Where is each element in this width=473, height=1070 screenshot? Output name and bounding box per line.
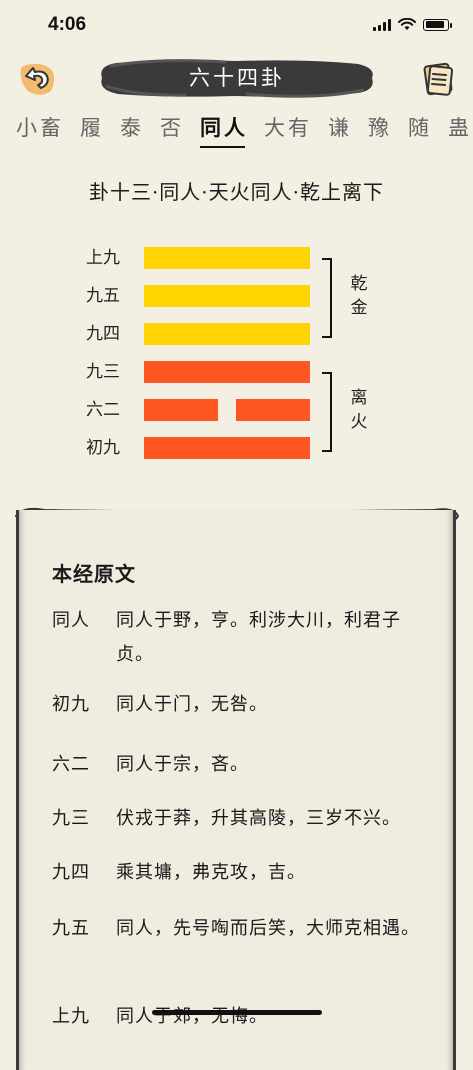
entry-key: 初九 [52, 694, 90, 715]
upper-trigram-bracket [322, 258, 332, 338]
yang-line-bar [144, 247, 310, 269]
scripture-entry: 九四 乘其墉，弗克攻，吉。 [52, 856, 432, 890]
status-bar: 4:06 [0, 0, 473, 54]
tab-8[interactable]: 随 [400, 112, 440, 144]
wifi-icon [398, 18, 416, 30]
hexagram-subtitle: 卦十三·同人·天火同人·乾上离下 [88, 180, 385, 204]
tab-5[interactable]: 大有 [256, 112, 320, 144]
hexagram-line: 初九 [0, 436, 473, 460]
entry-key: 同人 [52, 610, 90, 631]
tab-1[interactable]: 履 [72, 112, 112, 144]
tab-4[interactable]: 同人 [192, 112, 256, 148]
hexagram-line: 上九 [0, 246, 473, 270]
yang-line-bar [144, 437, 310, 459]
line-label: 九五 [86, 286, 120, 306]
entry-key: 九四 [52, 862, 90, 883]
entry-text: 同人于门，无咎。 [116, 694, 268, 715]
entry-text: 同人于郊，无悔。 [116, 1006, 268, 1027]
scripture-entry: 六二 同人于宗，吝。 [52, 748, 432, 782]
entry-text: 同人于宗，吝。 [116, 754, 249, 775]
home-indicator [152, 1010, 322, 1015]
entry-text: 乘其墉，弗克攻，吉。 [116, 862, 306, 883]
hexagram-line: 九四 [0, 322, 473, 346]
entry-text: 同人于野，亨。利涉大川，利君子贞。 [116, 610, 401, 665]
hexagram-line: 九三 [0, 360, 473, 384]
tab-2[interactable]: 泰 [112, 112, 152, 144]
yang-line-bar [144, 285, 310, 307]
yin-line-segment [144, 399, 219, 421]
entry-text: 同人，先号啕而后笑，大师克相遇。 [116, 918, 420, 939]
tab-3[interactable]: 否 [152, 112, 192, 144]
entry-text: 伏戎于莽，升其高陵，三岁不兴。 [116, 808, 401, 829]
yang-line-bar [144, 323, 310, 345]
tab-0[interactable]: 小畜 [8, 112, 72, 144]
battery-icon [423, 18, 452, 31]
entry-key: 六二 [52, 754, 90, 775]
yin-line-segment [235, 399, 310, 421]
line-label: 六二 [86, 400, 120, 420]
signal-icon [373, 18, 391, 31]
status-icons [373, 18, 452, 31]
back-arrow-icon[interactable] [16, 58, 58, 100]
scripture-entry: 同人 同人于野，亨。利涉大川，利君子贞。 [52, 604, 432, 672]
tab-6[interactable]: 谦 [320, 112, 360, 144]
line-label: 上九 [86, 248, 120, 268]
upper-trigram-name: 乾金 [350, 274, 368, 318]
line-label: 九四 [86, 324, 120, 344]
scripture-entry: 上九 同人于郊，无悔。 [52, 1000, 432, 1034]
scripture-heading: 本经原文 [52, 562, 136, 586]
scripture-entry: 九五 同人，先号啕而后笑，大师克相遇。 [52, 912, 432, 946]
scripture-panel [16, 510, 456, 1070]
entry-key: 九五 [52, 918, 90, 939]
hexagram-tab-bar: 小畜履泰否同人 大有谦豫随蛊 [0, 112, 473, 152]
notes-icon[interactable] [417, 58, 459, 100]
line-label: 初九 [86, 438, 120, 458]
entry-key: 九三 [52, 808, 90, 829]
status-time: 4:06 [48, 14, 87, 35]
tab-9[interactable]: 蛊 [440, 112, 473, 144]
tab-7[interactable]: 豫 [360, 112, 400, 144]
yang-line-bar [144, 361, 310, 383]
scripture-entry: 九三 伏戎于莽，升其高陵，三岁不兴。 [52, 802, 432, 836]
hexagram-line: 九五 [0, 284, 473, 308]
line-label: 九三 [86, 362, 120, 382]
scripture-entry: 初九 同人于门，无咎。 [52, 688, 432, 722]
lower-trigram-name: 离火 [350, 388, 368, 432]
hexagram-line: 六二 [0, 398, 473, 422]
page-title: 六十四卦 [189, 66, 285, 90]
header: 六十四卦 [0, 54, 473, 102]
lower-trigram-bracket [322, 372, 332, 452]
entry-key: 上九 [52, 1006, 90, 1027]
